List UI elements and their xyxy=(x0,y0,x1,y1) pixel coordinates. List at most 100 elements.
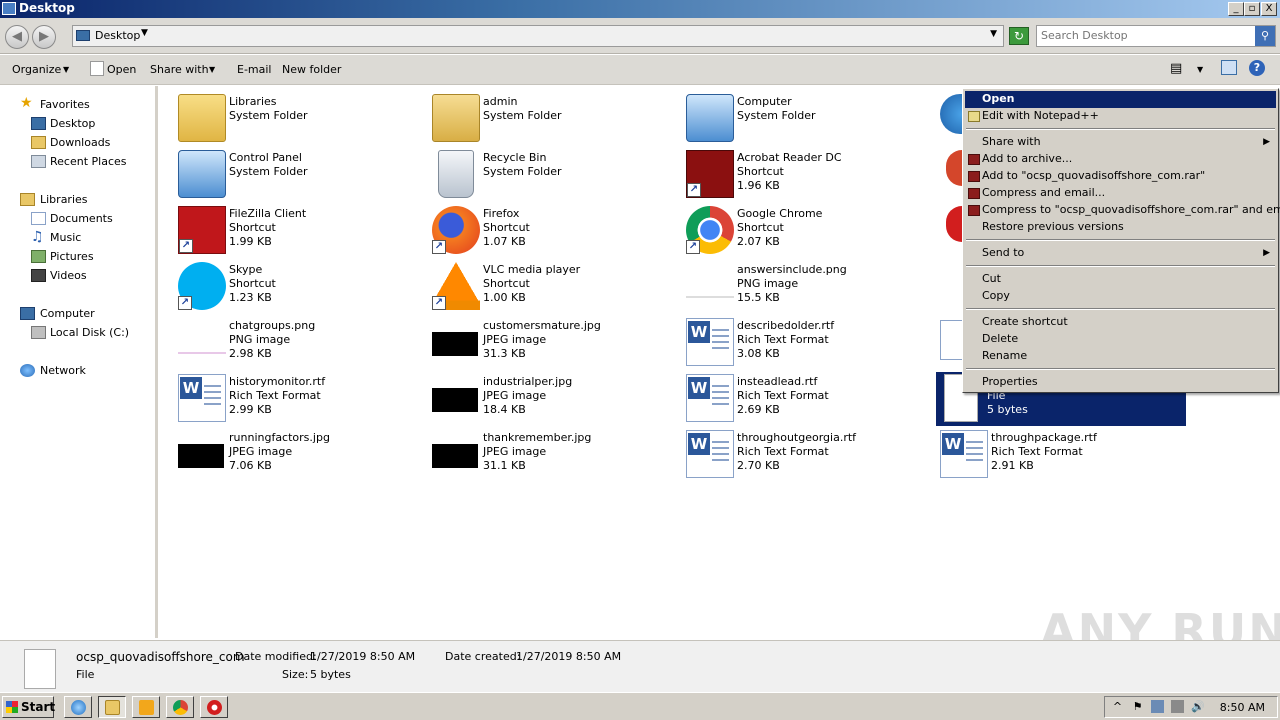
file-item[interactable]: runningfactors.jpg JPEG image 7.06 KB xyxy=(178,428,428,482)
view-options-icon[interactable]: ▤ xyxy=(1170,61,1182,76)
share-chevron-icon[interactable]: ▼ xyxy=(209,65,215,74)
share-with-button[interactable]: Share with xyxy=(150,63,209,76)
file-item[interactable]: insteadlead.rtf Rich Text Format 2.69 KB xyxy=(686,372,936,426)
file-item[interactable]: throughpackage.rtf Rich Text Format 2.91… xyxy=(940,428,1190,482)
app-shortcut-icon[interactable] xyxy=(946,206,962,242)
sidebar-item-recent-places[interactable]: Recent Places xyxy=(50,155,127,168)
rtf-document-icon xyxy=(686,374,734,422)
file-item[interactable]: chatgroups.png PNG image 2.98 KB xyxy=(178,316,428,370)
network-tray-icon[interactable] xyxy=(1151,700,1164,713)
forward-button[interactable]: ▶ xyxy=(32,25,56,49)
email-button[interactable]: E-mail xyxy=(237,63,272,76)
menu-item-send-to[interactable]: Send to ▶ xyxy=(965,245,1276,262)
menu-item-cut[interactable]: Cut xyxy=(965,271,1276,288)
clock[interactable]: 8:50 AM xyxy=(1220,701,1265,714)
sidebar-item-videos[interactable]: Videos xyxy=(50,269,87,282)
search-box[interactable]: ⚲ xyxy=(1036,25,1276,47)
file-item[interactable]: answersinclude.png PNG image 15.5 KB xyxy=(686,260,936,314)
taskbar-opera-button[interactable] xyxy=(200,696,228,718)
menu-item-delete[interactable]: Delete xyxy=(965,331,1276,348)
close-button[interactable]: X xyxy=(1261,2,1277,16)
search-icon[interactable]: ⚲ xyxy=(1255,26,1275,46)
sidebar-item-downloads[interactable]: Downloads xyxy=(50,136,110,149)
menu-item-add-archive[interactable]: Add to archive... xyxy=(965,151,1276,168)
back-button[interactable]: ◀ xyxy=(5,25,29,49)
file-item[interactable]: Control Panel System Folder xyxy=(178,148,428,202)
file-item[interactable]: customersmature.jpg JPEG image 31.3 KB xyxy=(432,316,682,370)
view-chevron-icon[interactable]: ▼ xyxy=(1197,65,1203,74)
file-item[interactable]: throughoutgeorgia.rtf Rich Text Format 2… xyxy=(686,428,936,482)
preview-pane-icon[interactable] xyxy=(1221,60,1237,75)
menu-item-share-with[interactable]: Share with ▶ xyxy=(965,134,1276,151)
help-icon[interactable]: ? xyxy=(1249,60,1265,76)
monitor-icon[interactable] xyxy=(1171,700,1184,713)
file-item[interactable]: ↗ Firefox Shortcut 1.07 KB xyxy=(432,204,682,258)
menu-item-properties[interactable]: Properties xyxy=(965,374,1276,391)
computer-header[interactable]: Computer xyxy=(40,307,95,320)
downloads-icon xyxy=(31,136,46,149)
file-item[interactable]: Libraries System Folder xyxy=(178,92,428,146)
tray-expand-icon[interactable]: ^ xyxy=(1111,700,1124,713)
maximize-button[interactable]: ▫ xyxy=(1244,2,1260,16)
file-item[interactable]: ↗ FileZilla Client Shortcut 1.99 KB xyxy=(178,204,428,258)
organize-button[interactable]: Organize xyxy=(12,63,61,76)
menu-item-compress-email[interactable]: Compress and email... xyxy=(965,185,1276,202)
address-dropdown-icon[interactable]: ▼ xyxy=(990,29,997,39)
jpeg-thumbnail xyxy=(432,332,478,356)
file-item[interactable]: Computer System Folder xyxy=(686,92,936,146)
sidebar-item-music[interactable]: Music xyxy=(50,231,81,244)
network-header[interactable]: Network xyxy=(40,364,86,377)
menu-item-add-rar[interactable]: Add to "ocsp_quovadisoffshore_com.rar" xyxy=(965,168,1276,185)
menu-item-rename[interactable]: Rename xyxy=(965,348,1276,365)
sidebar-item-local-disk[interactable]: Local Disk (C:) xyxy=(50,326,129,339)
documents-icon xyxy=(31,212,46,225)
network-globe-icon[interactable] xyxy=(940,94,962,134)
taskbar-chrome-button[interactable] xyxy=(166,696,194,718)
file-item[interactable]: Recycle Bin System Folder xyxy=(432,148,682,202)
sidebar-item-desktop[interactable]: Desktop xyxy=(50,117,95,130)
file-item[interactable]: thankremember.jpg JPEG image 31.1 KB xyxy=(432,428,682,482)
file-item[interactable]: ↗ Skype Shortcut 1.23 KB xyxy=(178,260,428,314)
taskbar-explorer-button[interactable] xyxy=(98,696,126,718)
file-item[interactable]: admin System Folder xyxy=(432,92,682,146)
file-item[interactable]: ↗ VLC media player Shortcut 1.00 KB xyxy=(432,260,682,314)
file-item[interactable]: industrialper.jpg JPEG image 18.4 KB xyxy=(432,372,682,426)
menu-item-copy[interactable]: Copy xyxy=(965,288,1276,305)
search-input[interactable] xyxy=(1041,29,1251,42)
rtf-document-icon[interactable] xyxy=(940,320,962,360)
file-size: 2.70 KB xyxy=(737,459,780,472)
organize-chevron-icon[interactable]: ▼ xyxy=(63,65,69,74)
flag-icon[interactable]: ⚑ xyxy=(1131,700,1144,713)
sidebar-item-documents[interactable]: Documents xyxy=(50,212,113,225)
sidebar-item-pictures[interactable]: Pictures xyxy=(50,250,94,263)
minimize-button[interactable]: _ xyxy=(1228,2,1244,16)
favorites-header[interactable]: Favorites xyxy=(40,98,90,111)
file-item[interactable]: ↗ Acrobat Reader DC Shortcut 1.96 KB xyxy=(686,148,936,202)
start-button[interactable]: Start xyxy=(2,696,55,718)
refresh-button[interactable]: ↻ xyxy=(1009,27,1029,45)
volume-icon[interactable]: 🔊 xyxy=(1191,700,1205,713)
file-name: historymonitor.rtf xyxy=(229,375,326,388)
app-shortcut-icon[interactable] xyxy=(946,150,962,186)
menu-item-open[interactable]: Open xyxy=(965,91,1276,108)
open-button[interactable]: Open xyxy=(107,63,136,76)
breadcrumb-chevron-icon[interactable]: ▼ xyxy=(141,28,148,38)
file-name: answersinclude.png xyxy=(737,263,847,276)
file-size: 1.00 KB xyxy=(483,291,526,304)
file-name: Computer xyxy=(737,95,792,108)
star-icon: ★ xyxy=(20,95,33,111)
file-item[interactable]: ↗ Google Chrome Shortcut 2.07 KB xyxy=(686,204,936,258)
file-item[interactable]: describedolder.rtf Rich Text Format 3.08… xyxy=(686,316,936,370)
file-item[interactable]: historymonitor.rtf Rich Text Format 2.99… xyxy=(178,372,428,426)
new-folder-button[interactable]: New folder xyxy=(282,63,341,76)
menu-item-restore-versions[interactable]: Restore previous versions xyxy=(965,219,1276,236)
media-player-icon xyxy=(139,700,154,715)
menu-item-create-shortcut[interactable]: Create shortcut xyxy=(965,314,1276,331)
notepad-plus-icon xyxy=(968,111,980,122)
libraries-header[interactable]: Libraries xyxy=(40,193,88,206)
address-bar[interactable]: Desktop ▼ ▼ xyxy=(72,25,1004,47)
taskbar-media-player-button[interactable] xyxy=(132,696,160,718)
taskbar-ie-button[interactable] xyxy=(64,696,92,718)
menu-item-edit-notepad[interactable]: Edit with Notepad++ xyxy=(965,108,1276,125)
menu-item-compress-rar-email[interactable]: Compress to "ocsp_quovadisoffshore_com.r… xyxy=(965,202,1280,219)
